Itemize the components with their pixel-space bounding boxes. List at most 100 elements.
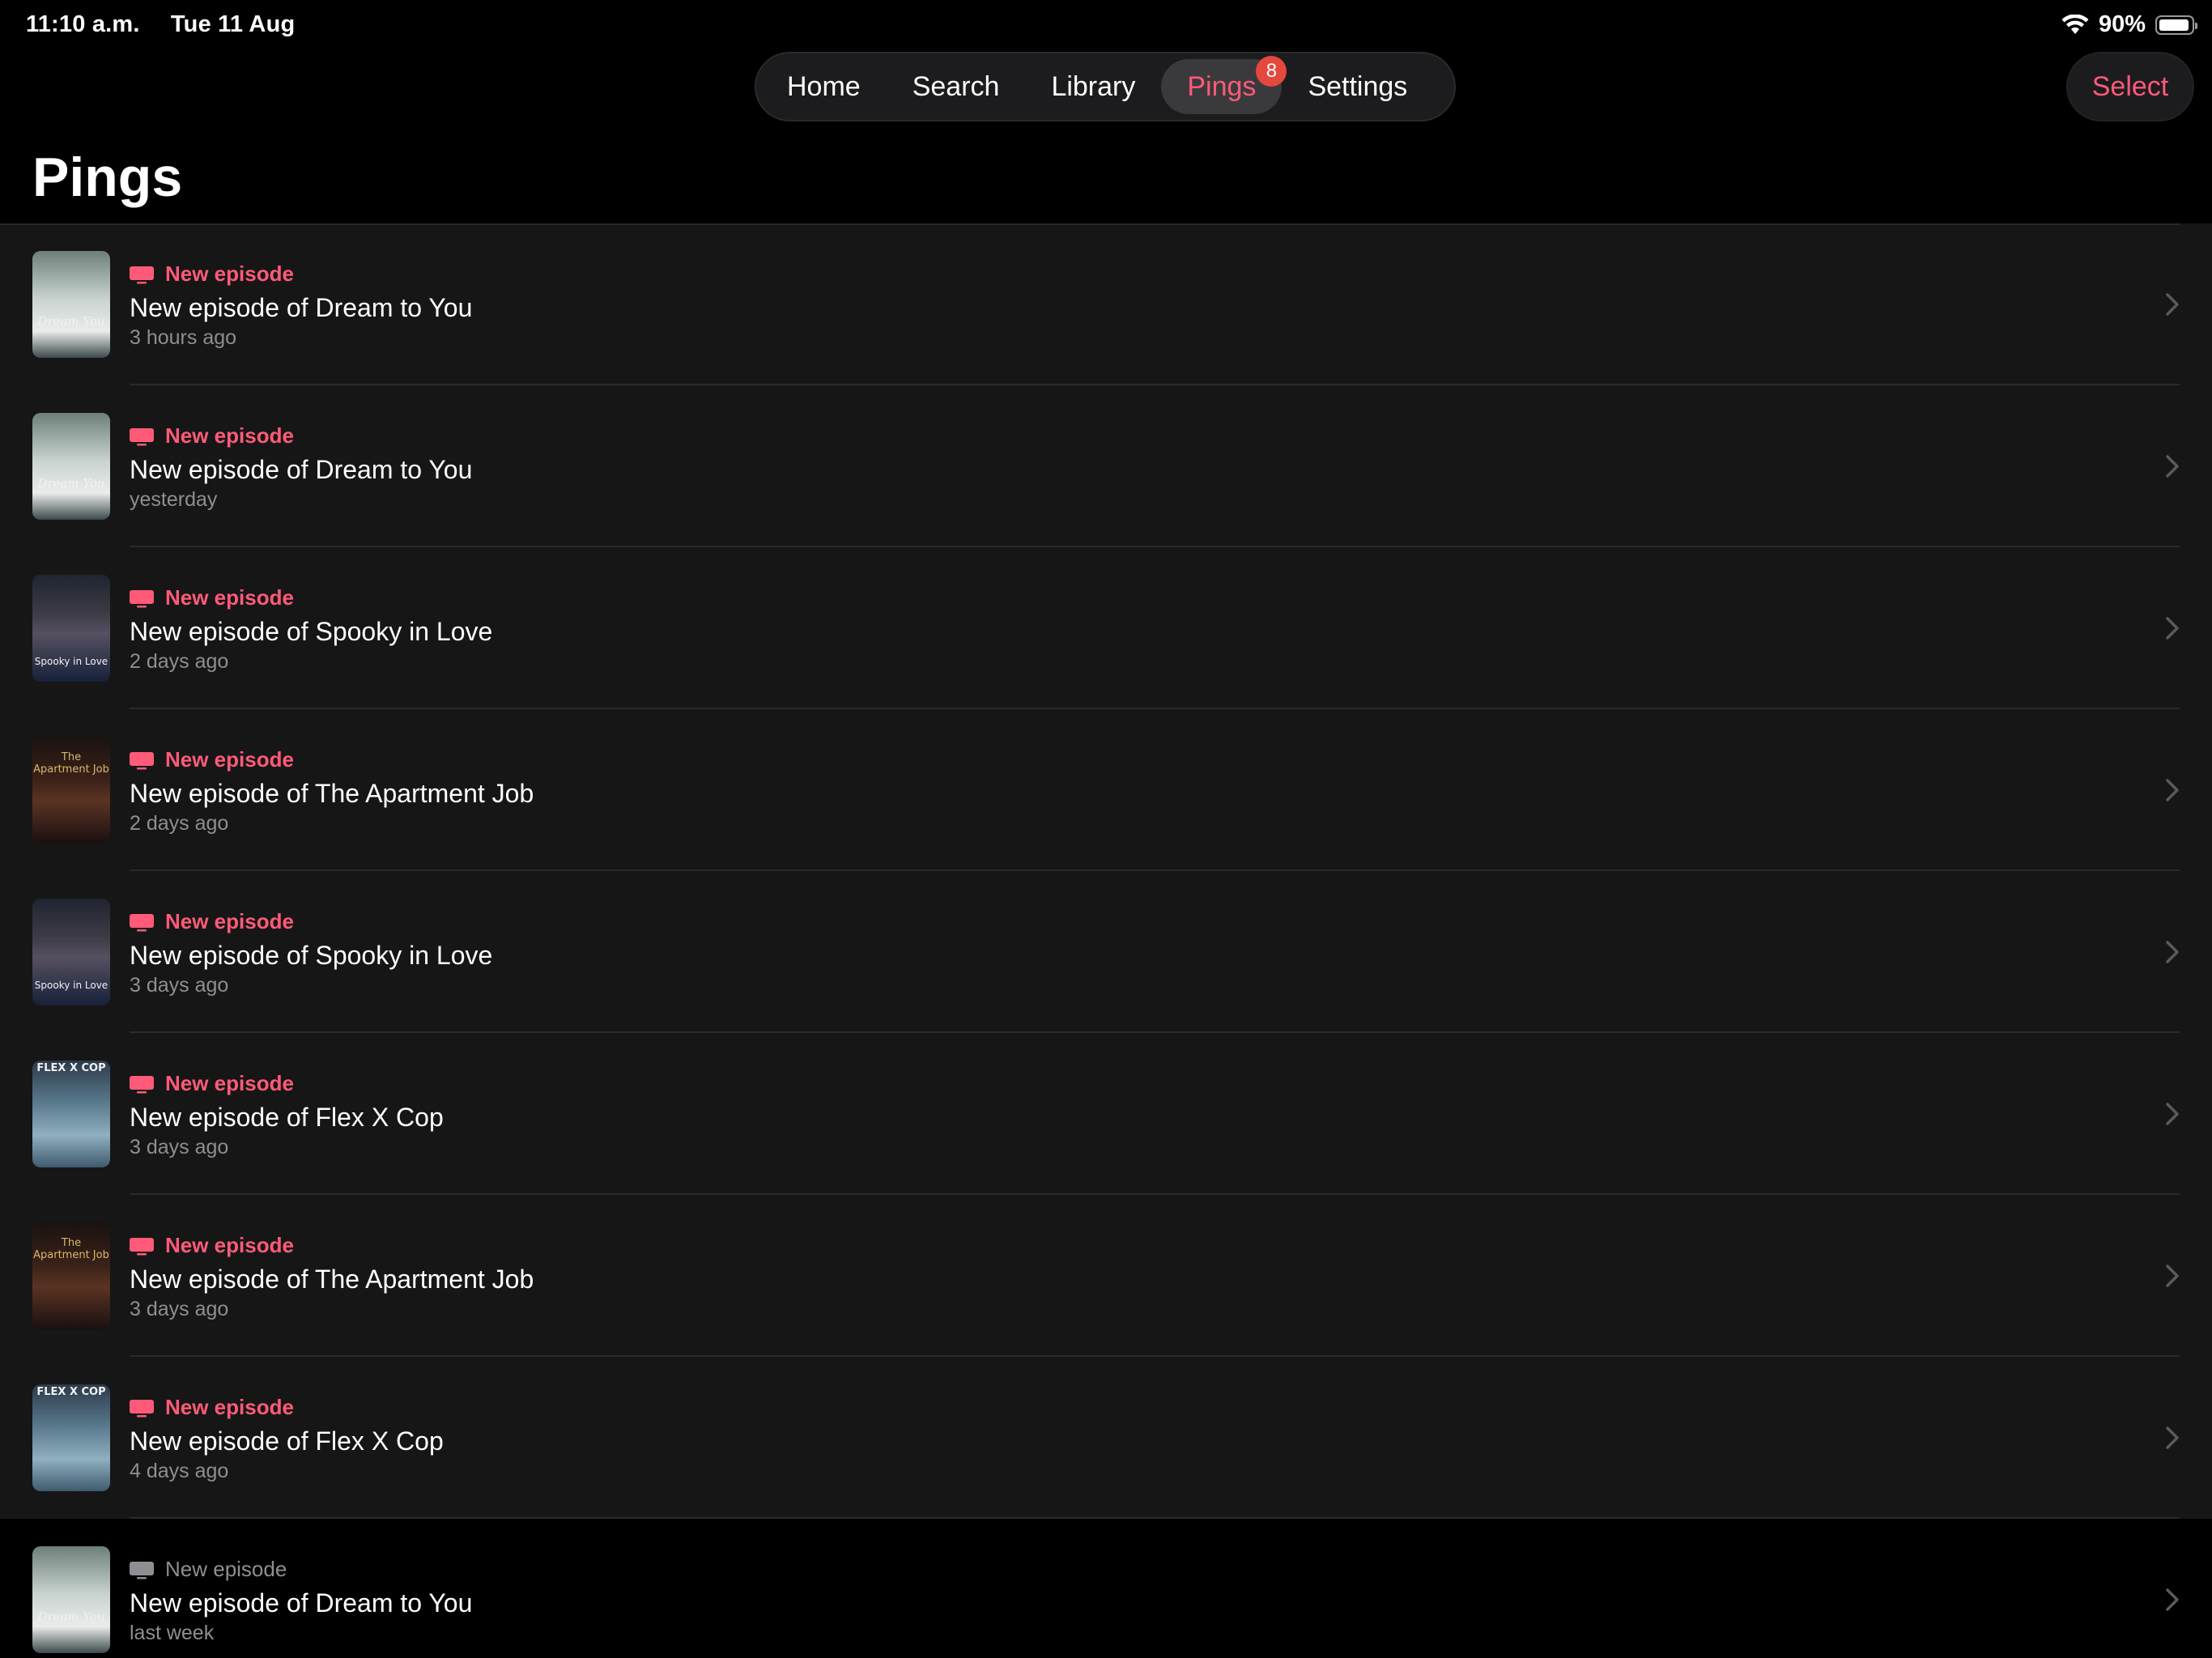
tab-settings[interactable]: Settings <box>1282 59 1433 114</box>
ping-kind-label: New episode <box>165 909 294 933</box>
ping-kind: New episode <box>130 1393 444 1422</box>
status-date: Tue 11 Aug <box>170 11 296 37</box>
tab-home-label: Home <box>787 70 861 102</box>
ping-timestamp: 3 hours ago <box>130 325 237 349</box>
tab-library-label: Library <box>1051 70 1136 102</box>
chevron-right-icon <box>2166 1265 2179 1287</box>
chevron-right-icon <box>2166 455 2179 478</box>
poster-title-text: The Apartment Job <box>33 751 109 776</box>
chevron-right-icon <box>2166 1103 2179 1125</box>
ping-kind-label: New episode <box>165 1233 294 1257</box>
pings-list: Dream You New episode New episode of Dream… <box>0 223 2212 1658</box>
ping-timestamp: 4 days ago <box>130 1459 229 1482</box>
tab-pings-label: Pings <box>1187 70 1257 102</box>
ping-title: New episode of Dream to You <box>130 454 473 484</box>
ping-text-block: New episode New episode of Spooky in Love… <box>130 584 492 674</box>
pings-screen: 11:10 a.m. Tue 11 Aug 90% Home Search Li… <box>0 0 2212 1658</box>
ping-kind: New episode <box>130 584 492 613</box>
poster-title-text: Spooky in Love <box>34 656 108 667</box>
poster-title-text: The Apartment Job <box>33 1237 109 1261</box>
ping-title: New episode of Spooky in Love <box>130 940 493 970</box>
poster-title-text: Dream You <box>37 314 105 329</box>
tab-home[interactable]: Home <box>761 59 887 114</box>
poster-title-text: Dream You <box>37 476 105 491</box>
ping-kind: New episode <box>130 746 534 775</box>
ping-kind: New episode <box>130 1231 534 1261</box>
ping-row[interactable]: The Apartment Job New episode New episode … <box>0 709 2212 871</box>
ping-kind: New episode <box>130 260 472 289</box>
show-poster-thumbnail: FLEX X COP <box>32 1384 110 1491</box>
ping-timestamp: 2 days ago <box>130 649 229 673</box>
poster-title-text: Spooky in Love <box>34 980 108 991</box>
ping-kind: New episode <box>130 422 472 451</box>
tv-icon <box>130 427 154 445</box>
chevron-right-icon <box>2166 293 2179 316</box>
chevron-right-icon <box>2166 779 2179 801</box>
ping-text-block: New episode New episode of Dream to You 3 … <box>130 260 472 350</box>
ping-title: New episode of Spooky in Love <box>130 616 493 646</box>
tv-icon <box>130 1399 154 1417</box>
status-time: 11:10 a.m. <box>26 11 140 37</box>
ping-kind-label: New episode <box>165 1557 287 1581</box>
show-poster-thumbnail: Dream You <box>32 413 110 520</box>
poster-title-text: FLEX X COP <box>36 1062 106 1074</box>
tab-search-label: Search <box>912 70 1000 102</box>
ping-timestamp: 3 days ago <box>130 1297 229 1320</box>
chevron-right-icon <box>2166 941 2179 963</box>
ping-text-block: New episode New episode of Spooky in Love… <box>130 908 492 997</box>
ping-timestamp: 3 days ago <box>130 1135 229 1158</box>
ping-kind-label: New episode <box>165 1071 294 1095</box>
ping-row[interactable]: The Apartment Job New episode New episode … <box>0 1195 2212 1357</box>
ping-timestamp: 2 days ago <box>130 811 229 835</box>
show-poster-thumbnail: Spooky in Love <box>32 899 110 1005</box>
tab-pings[interactable]: Pings 8 <box>1161 56 1287 114</box>
battery-percent: 90% <box>2098 11 2146 37</box>
ping-kind-label: New episode <box>165 585 294 610</box>
ping-text-block: New episode New episode of Flex X Cop 3 da… <box>130 1069 444 1159</box>
ping-kind: New episode <box>130 1069 444 1099</box>
tab-library[interactable]: Library <box>1025 59 1161 114</box>
ping-title: New episode of The Apartment Job <box>130 778 534 808</box>
ping-timestamp: 3 days ago <box>130 973 229 997</box>
ping-row[interactable]: FLEX X COP New episode New episode of Flex… <box>0 1357 2212 1519</box>
show-poster-thumbnail: Spooky in Love <box>32 575 110 682</box>
tv-icon <box>130 1561 154 1579</box>
ping-text-block: New episode New episode of The Apartment … <box>130 1231 534 1321</box>
tv-icon <box>130 751 154 769</box>
ping-kind: New episode <box>130 1555 472 1584</box>
ping-kind: New episode <box>130 908 492 937</box>
chevron-right-icon <box>2166 617 2179 640</box>
ping-row[interactable]: Spooky in Love New episode New episode of … <box>0 871 2212 1033</box>
ping-title: New episode of Flex X Cop <box>130 1426 444 1456</box>
ping-kind-label: New episode <box>165 423 294 448</box>
show-poster-thumbnail: The Apartment Job <box>32 1222 110 1329</box>
ping-kind-label: New episode <box>165 1395 294 1419</box>
poster-title-text: Dream You <box>37 1609 105 1624</box>
ping-row[interactable]: Dream You New episode New episode of Dream… <box>0 385 2212 547</box>
wifi-icon <box>2061 14 2089 34</box>
show-poster-thumbnail: FLEX X COP <box>32 1061 110 1167</box>
ping-text-block: New episode New episode of Dream to You ye… <box>130 422 472 512</box>
chevron-right-icon <box>2166 1426 2179 1449</box>
ping-title: New episode of Dream to You <box>130 292 473 322</box>
tab-settings-label: Settings <box>1308 70 1408 102</box>
ping-row[interactable]: Spooky in Love New episode New episode of … <box>0 547 2212 709</box>
tv-icon <box>130 1237 154 1255</box>
tab-bar: Home Search Library Pings 8 Settings <box>755 52 1456 121</box>
ping-row[interactable]: Dream You New episode New episode of Dream… <box>0 1519 2212 1658</box>
page-title: Pings <box>32 147 183 208</box>
ping-title: New episode of Flex X Cop <box>130 1102 444 1132</box>
ping-kind-label: New episode <box>165 747 294 772</box>
tab-search[interactable]: Search <box>887 59 1026 114</box>
ping-text-block: New episode New episode of The Apartment … <box>130 746 534 835</box>
chevron-right-icon <box>2166 1588 2179 1611</box>
status-bar-right: 90% <box>2061 11 2197 38</box>
tv-icon <box>130 913 154 931</box>
ping-timestamp: last week <box>130 1621 215 1644</box>
ping-kind-label: New episode <box>165 261 294 286</box>
select-button[interactable]: Select <box>2066 52 2194 121</box>
show-poster-thumbnail: Dream You <box>32 1546 110 1653</box>
ping-title: New episode of Dream to You <box>130 1588 473 1618</box>
ping-row[interactable]: Dream You New episode New episode of Dream… <box>0 223 2212 385</box>
ping-row[interactable]: FLEX X COP New episode New episode of Flex… <box>0 1033 2212 1195</box>
